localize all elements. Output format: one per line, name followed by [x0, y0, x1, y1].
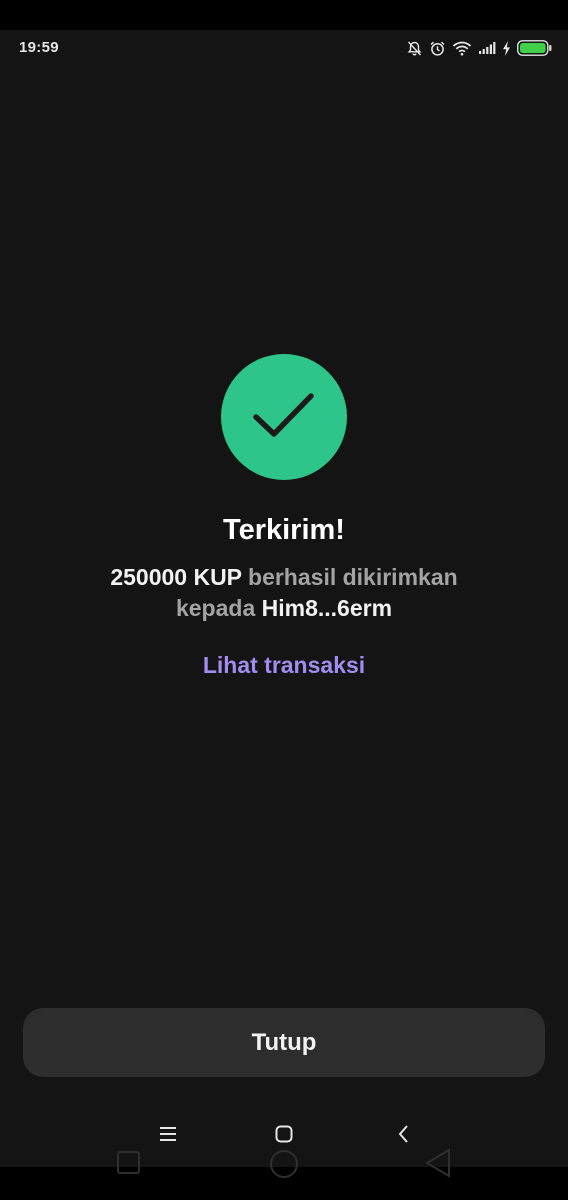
- recipient-address: Him8...6erm: [261, 595, 393, 621]
- bell-muted-icon: [406, 40, 423, 57]
- check-circle-icon: [221, 354, 347, 480]
- ghost-triangle-icon: [425, 1148, 450, 1178]
- success-message: 250000 KUP berhasil dikirimkan kepada Hi…: [40, 562, 528, 624]
- status-icons: [406, 39, 552, 57]
- success-title: Terkirim!: [223, 514, 345, 546]
- message-text: berhasil dikirimkan: [248, 564, 458, 590]
- view-transaction-link[interactable]: Lihat transaksi: [0, 649, 568, 681]
- signal-icon: [478, 41, 496, 55]
- ghost-square-icon: [117, 1151, 140, 1174]
- sent-amount: 250000 KUP: [110, 564, 242, 590]
- close-button[interactable]: Tutup: [23, 1008, 545, 1077]
- battery-icon: [517, 40, 552, 56]
- alarm-icon: [429, 40, 446, 57]
- close-button-label: Tutup: [251, 1028, 317, 1056]
- status-bar: 19:59: [0, 30, 568, 66]
- wifi-icon: [452, 40, 472, 56]
- message-recipient-prefix: kepada: [175, 595, 256, 621]
- ghost-nav-overlay: [0, 1142, 568, 1182]
- screen: 19:59 Terkirim! 250000 KUP berhasil diki…: [0, 0, 568, 1200]
- status-time: 19:59: [19, 39, 59, 56]
- charging-icon: [502, 40, 511, 56]
- ghost-circle-icon: [270, 1150, 298, 1178]
